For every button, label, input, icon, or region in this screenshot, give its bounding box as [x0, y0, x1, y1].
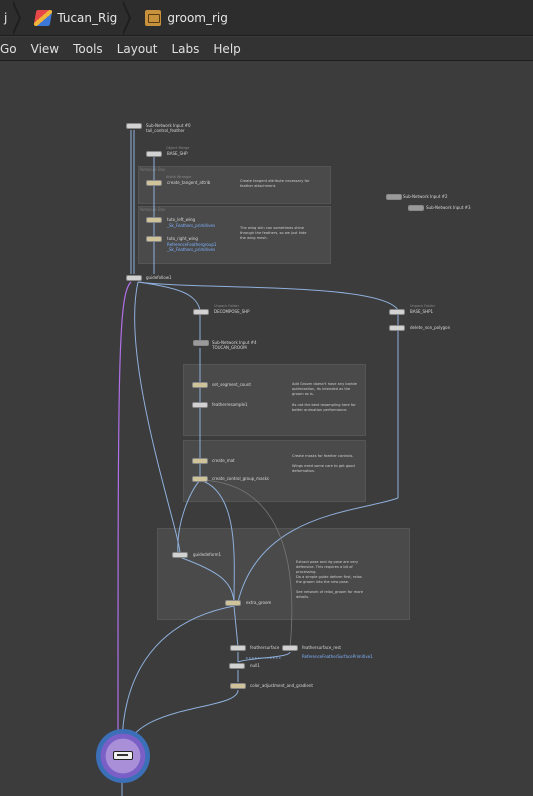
guidefollow-node[interactable] — [126, 275, 142, 281]
feather-node[interactable] — [146, 236, 162, 242]
feather-node[interactable] — [146, 217, 162, 223]
menu-layout[interactable]: Layout — [110, 42, 165, 56]
node-label: ReferenceFeatherSurfacePrimitive1 — [302, 654, 373, 659]
network-box-title: Network Box — [140, 167, 166, 172]
node-label: feathersurface — [250, 645, 280, 650]
node-label: tuto_right_wing — [167, 236, 198, 241]
breadcrumb: j Tucan_Rig groom_rig — [0, 0, 533, 36]
object-merge-node[interactable] — [146, 151, 162, 157]
sticky-note: Add Groom doesn't have any barbie optimi… — [292, 382, 357, 396]
node-label: BASE_SHP1 — [410, 309, 434, 314]
node-label: featherresample1 — [212, 402, 248, 407]
sticky-note: The wing skin can sometimes shine throug… — [240, 226, 307, 240]
sticky-note: Create tangent attribute necessary for f… — [240, 179, 310, 188]
attrib-wrangle-node[interactable] — [192, 476, 208, 482]
menu-labs[interactable]: Labs — [164, 42, 206, 56]
menu-help[interactable]: Help — [206, 42, 247, 56]
node-type: Unpack Folder — [410, 304, 436, 308]
breadcrumb-item-tucan-rig[interactable]: Tucan_Rig — [31, 0, 141, 36]
node-label: set_segment_count — [212, 382, 251, 387]
node-label: tail_control_feather — [146, 128, 185, 133]
breadcrumb-item-groom-rig[interactable]: groom_rig — [141, 0, 236, 35]
sticky-note: Its not the best resampling here for bet… — [292, 403, 356, 412]
feather-node[interactable] — [192, 382, 208, 388]
resample-node[interactable] — [192, 402, 208, 408]
output-icon — [113, 751, 133, 760]
node-label: DECOMPOSE_SHP — [214, 309, 250, 314]
sticky-note: Create masks for feather controls. — [292, 454, 354, 458]
breadcrumb-item-root[interactable]: j — [0, 0, 31, 36]
sticky-note: See network of relax_groom for more deta… — [296, 590, 364, 599]
menu-go[interactable]: Go — [0, 42, 24, 56]
breadcrumb-label: groom_rig — [167, 10, 228, 25]
menu-tools[interactable]: Tools — [66, 42, 110, 56]
output-node[interactable] — [96, 729, 150, 783]
breadcrumb-label: j — [4, 10, 8, 25]
node-label: color_adjustment_and_gradient — [250, 683, 313, 688]
node-label: Sub-Network Input #2 — [403, 194, 448, 199]
node-type: Object Merge — [166, 146, 190, 150]
guidedeform-node[interactable] — [172, 552, 188, 558]
breadcrumb-separator — [121, 0, 133, 36]
network-box-title: Network Box — [140, 207, 166, 212]
delete-node[interactable] — [389, 325, 405, 331]
breadcrumb-separator — [11, 0, 23, 36]
feathersurface-node[interactable] — [282, 645, 298, 651]
node-label: delete_non_polygon — [410, 325, 451, 330]
feather-node[interactable] — [192, 458, 208, 464]
node-type: Attrib Wrangle — [166, 175, 192, 179]
node-label: TOUCAN_GROOM — [212, 345, 247, 350]
rig-icon — [33, 9, 53, 26]
node-label: Sub-Network Input #3 — [426, 205, 471, 210]
node-label: tuto_left_wing — [167, 217, 196, 222]
network-canvas[interactable]: Network Box Network Box Sub-Network Inpu… — [0, 62, 533, 796]
node-label: extra_groom — [246, 600, 272, 605]
node-label: BASE_SHP — [167, 151, 188, 156]
node-type: Unpack Folder — [214, 304, 240, 308]
null-node[interactable] — [229, 663, 245, 669]
subnet-input-node[interactable] — [386, 194, 402, 200]
menu-bar: Go View Tools Layout Labs Help — [0, 37, 533, 61]
node-label: _Sk_Feathers_primitives — [167, 247, 216, 252]
unpack-folder-node[interactable] — [389, 309, 405, 315]
node-label: null1 — [250, 663, 260, 668]
breadcrumb-label: Tucan_Rig — [57, 10, 118, 25]
attrib-wrangle-node[interactable] — [230, 683, 246, 689]
node-label: guidefollow1 — [146, 275, 172, 280]
subnet-node[interactable] — [225, 600, 241, 606]
sticky-note: Extract pose and rig pose are very defen… — [296, 560, 359, 574]
node-label: create_mat — [212, 458, 235, 463]
node-label: create_tangent_attrib — [167, 180, 211, 185]
sticky-note: Do a simple guide deform first, relax th… — [296, 575, 362, 584]
node-label: guidedeform1 — [193, 552, 222, 557]
node-label: _Sk_Feathers_primitives — [167, 223, 216, 228]
attrib-wrangle-node[interactable] — [146, 180, 162, 186]
unpack-folder-node[interactable] — [193, 309, 209, 315]
sticky-note: Wings need some care to get good deforma… — [292, 464, 355, 473]
subnet-input-node[interactable] — [408, 205, 424, 211]
feathersurface-node[interactable] — [230, 645, 246, 651]
node-label: create_control_group_masks — [212, 476, 270, 481]
subnet-input-node[interactable] — [126, 123, 142, 129]
subnet-icon — [145, 9, 162, 26]
subnet-input-node[interactable] — [193, 340, 209, 346]
menu-view[interactable]: View — [24, 42, 66, 56]
node-label: feathersurface_rest — [302, 645, 341, 650]
